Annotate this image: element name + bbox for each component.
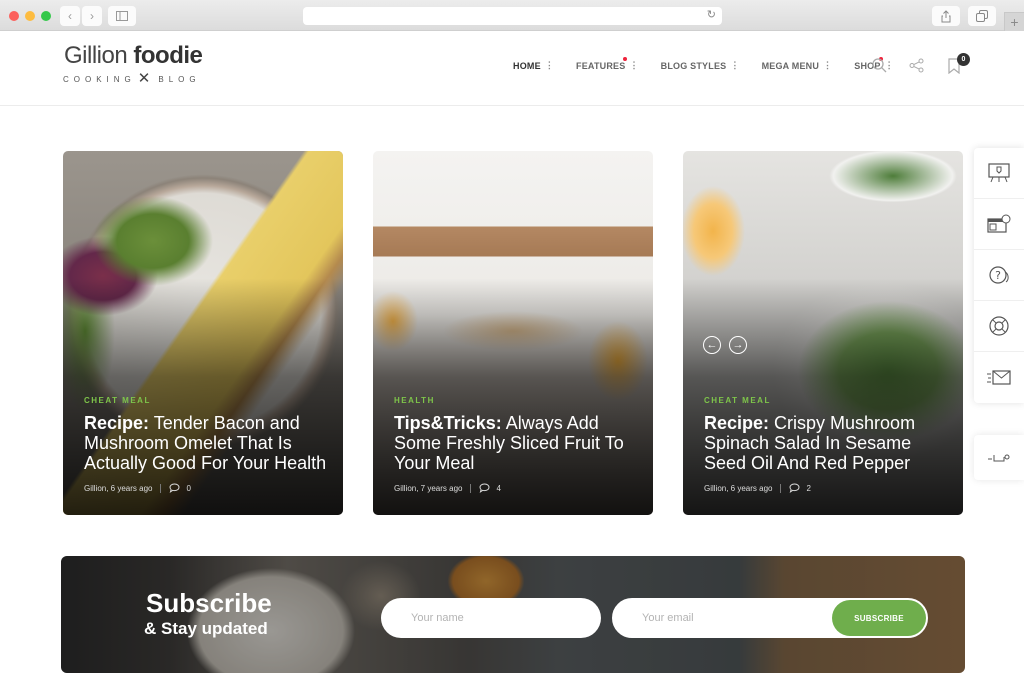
logo-tagline: COOKING ✕ BLOG (63, 70, 201, 87)
site-header: Gillion foodie COOKING ✕ BLOG HOME ⋮ FEAT… (0, 32, 1024, 106)
slider-controls: ← → (703, 336, 747, 354)
side-toolbar: ? (974, 148, 1024, 403)
nav-label: MEGA MENU (761, 60, 820, 71)
tabs-overview-button[interactable] (968, 6, 996, 26)
post-meta: Gillion, 6 years ago 2 (704, 483, 947, 493)
nav-item-mega-menu[interactable]: MEGA MENU ⋮ (762, 60, 833, 71)
comment-icon (789, 483, 800, 493)
side-extra-button[interactable] (974, 435, 1024, 480)
post-author-time: Gillion, 7 years ago (394, 483, 463, 493)
more-icon: ⋮ (823, 60, 833, 70)
share-icon (941, 9, 951, 22)
back-button[interactable]: ‹ (60, 6, 80, 26)
address-bar[interactable]: ↻ (303, 7, 722, 25)
arrow-right-icon[interactable]: → (729, 336, 747, 354)
search-icon (872, 58, 887, 73)
new-indicator (623, 57, 628, 61)
post-card[interactable]: CHEAT MEAL Recipe: Tender Bacon and Mush… (63, 151, 343, 515)
subscribe-banner: Subscribe & Stay updated SUBSCRIBE (61, 556, 965, 673)
subscribe-title: Subscribe (146, 588, 272, 618)
nav-item-blog-styles[interactable]: BLOG STYLES ⋮ (661, 60, 740, 71)
post-meta: Gillion, 7 years ago 4 (394, 483, 637, 493)
help-icon: ? (989, 266, 1009, 284)
tagline-right: BLOG (158, 74, 201, 84)
contact-button[interactable] (974, 352, 1024, 403)
tagline-left: COOKING (63, 74, 136, 84)
maximize-window-button[interactable] (41, 11, 51, 21)
wishlist-count-badge: 0 (957, 53, 970, 66)
mail-icon (987, 369, 1011, 385)
nav-item-home[interactable]: HOME ⋮ (513, 60, 554, 71)
post-meta: Gillion, 6 years ago 0 (84, 483, 327, 493)
partial-icon (988, 454, 1010, 461)
shop-button[interactable] (974, 199, 1024, 250)
main-nav: HOME ⋮ FEATURES ⋮ BLOG STYLES ⋮ MEGA MENU ⋮ … (513, 57, 916, 71)
comment-count[interactable]: 4 (496, 484, 500, 493)
nav-label: FEATURES (576, 60, 626, 71)
comment-icon (169, 483, 180, 493)
logo[interactable]: Gillion foodie (64, 42, 203, 70)
demos-button[interactable] (974, 148, 1024, 199)
subscribe-button[interactable]: SUBSCRIBE (832, 600, 926, 636)
more-icon: ⋮ (730, 60, 740, 70)
comment-icon (479, 483, 490, 493)
more-icon: ⋮ (629, 60, 639, 70)
support-button[interactable] (974, 301, 1024, 352)
comment-count[interactable]: 2 (806, 484, 810, 493)
share-site-button[interactable] (909, 58, 924, 78)
share-button[interactable] (932, 6, 960, 26)
more-icon: ⋮ (544, 60, 555, 70)
nav-label: HOME (513, 60, 541, 71)
post-author-time: Gillion, 6 years ago (84, 483, 153, 493)
presentation-icon (988, 163, 1010, 183)
reload-icon[interactable]: ↻ (707, 8, 716, 21)
sidebar-toggle-button[interactable] (108, 6, 136, 26)
post-title[interactable]: Tips&Tricks: Always Add Some Freshly Sli… (394, 413, 637, 473)
nav-item-features[interactable]: FEATURES ⋮ (576, 57, 639, 71)
post-author-time: Gillion, 6 years ago (704, 483, 773, 493)
post-title[interactable]: Recipe: Crispy Mushroom Spinach Salad In… (704, 413, 947, 473)
cutlery-icon: ✕ (137, 70, 151, 87)
chevron-left-icon: ‹ (68, 9, 72, 23)
chevron-right-icon: › (90, 9, 94, 23)
forward-button[interactable]: › (82, 6, 102, 26)
post-category[interactable]: CHEAT MEAL (84, 396, 327, 405)
email-group: SUBSCRIBE (612, 598, 928, 638)
logo-bold-text: foodie (133, 42, 203, 69)
logo-light-text: Gillion (64, 42, 128, 69)
post-title[interactable]: Recipe: Tender Bacon and Mushroom Omelet… (84, 413, 327, 473)
shop-icon (987, 214, 1011, 233)
svg-text:?: ? (995, 269, 1001, 282)
search-button[interactable] (872, 58, 887, 78)
share-nodes-icon (909, 58, 924, 73)
minimize-window-button[interactable] (25, 11, 35, 21)
name-input[interactable] (381, 598, 601, 638)
post-card[interactable]: HEALTH Tips&Tricks: Always Add Some Fres… (373, 151, 653, 515)
lifebuoy-icon (989, 316, 1009, 336)
post-category[interactable]: HEALTH (394, 396, 637, 405)
arrow-left-icon[interactable]: ← (703, 336, 721, 354)
close-window-button[interactable] (9, 11, 19, 21)
new-tab-button[interactable]: + (1004, 12, 1024, 31)
tabs-icon (976, 10, 988, 22)
sidebar-icon (116, 11, 128, 21)
nav-label: BLOG STYLES (660, 60, 727, 71)
email-input[interactable] (614, 600, 824, 636)
subscribe-subtitle: & Stay updated (144, 619, 268, 638)
comment-count[interactable]: 0 (186, 484, 190, 493)
browser-toolbar: ‹ › ↻ + (0, 0, 1024, 31)
post-category[interactable]: CHEAT MEAL (704, 396, 947, 405)
faq-button[interactable]: ? (974, 250, 1024, 301)
post-card[interactable]: ← → CHEAT MEAL Recipe: Crispy Mushroom S… (683, 151, 963, 515)
